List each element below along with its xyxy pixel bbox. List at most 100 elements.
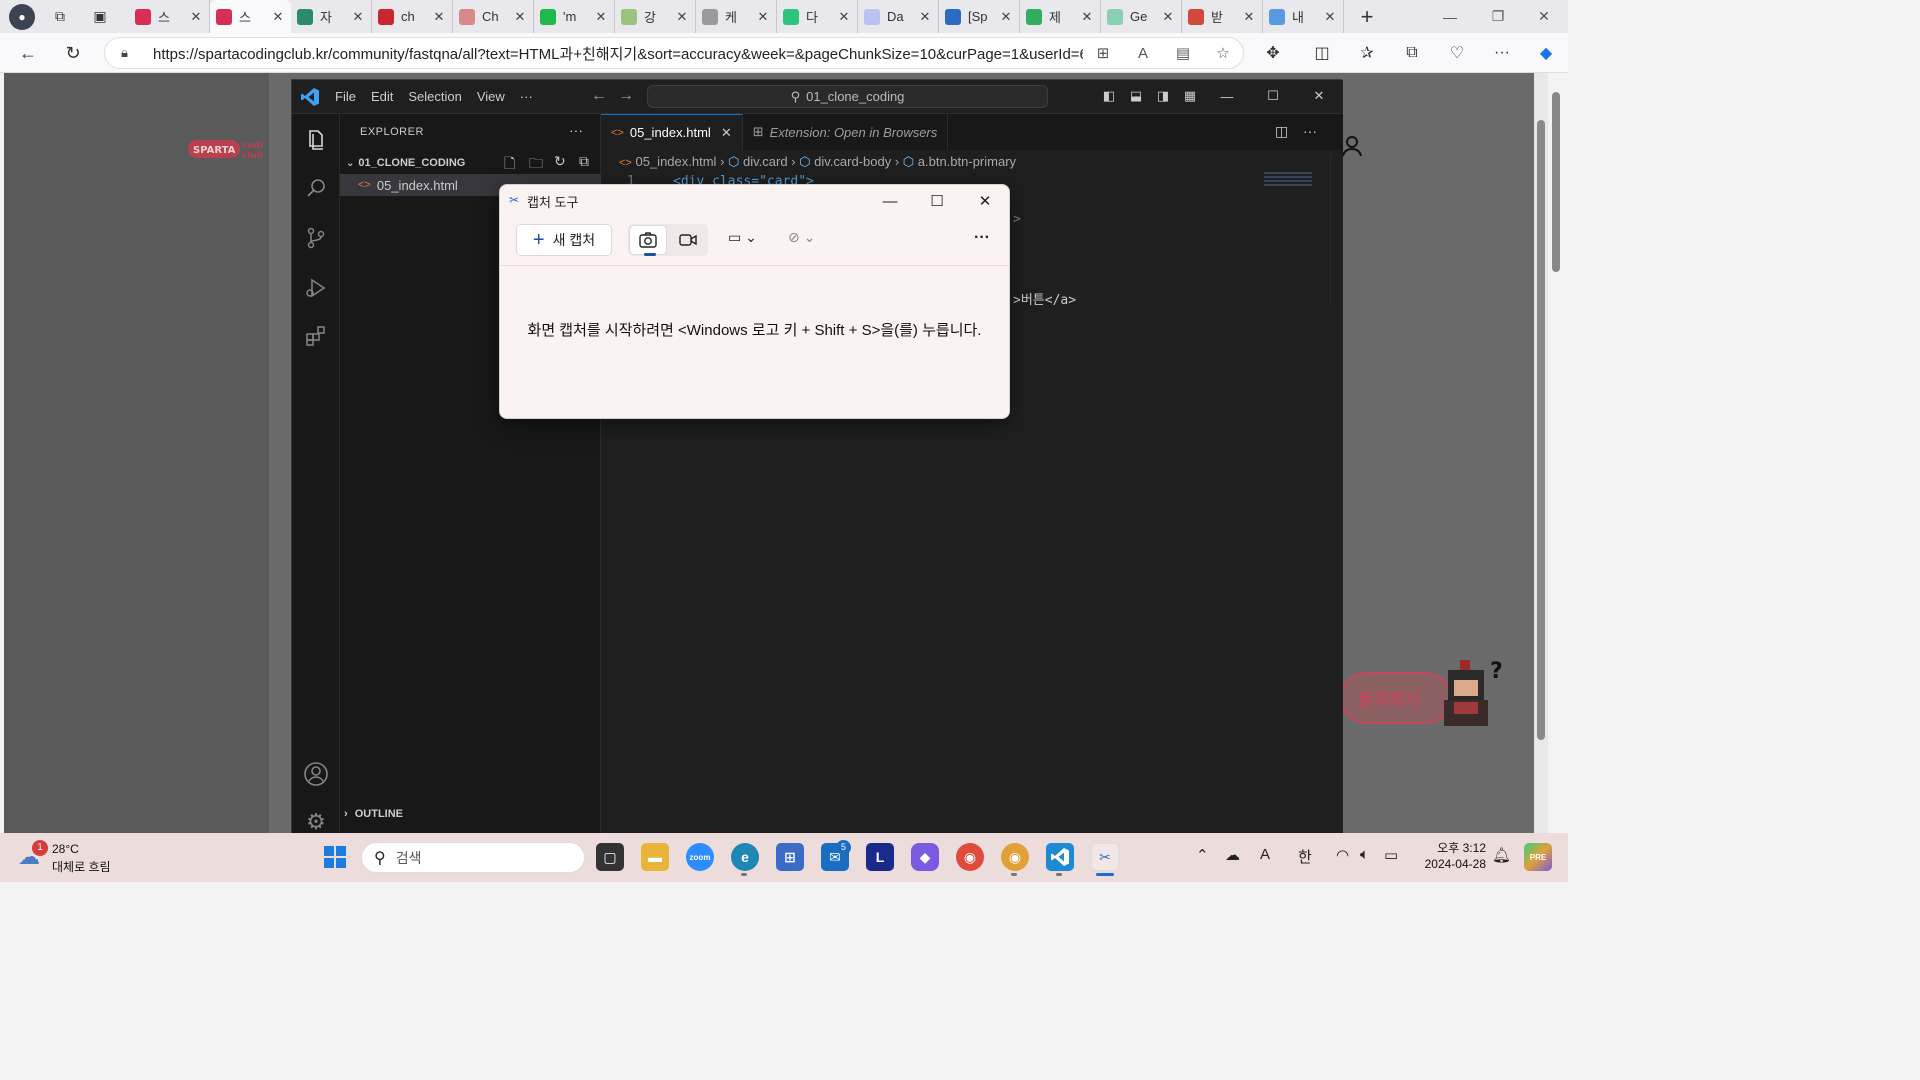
outline-section[interactable]: › OUTLINE (344, 808, 403, 820)
restore-icon[interactable]: ❐ (1474, 0, 1522, 33)
collapse-folders-icon[interactable]: ⧉ (579, 153, 589, 170)
ime-language-label[interactable]: 한 (1298, 846, 1312, 867)
tab-close-icon[interactable]: ✕ (999, 9, 1013, 25)
tab-close-icon[interactable]: ✕ (432, 9, 446, 25)
browser-tab[interactable]: 강 ✕ (615, 0, 696, 33)
code-fragment[interactable]: > (1013, 212, 1021, 227)
browser-tab[interactable]: 제 ✕ (1020, 0, 1101, 33)
nav-back-icon[interactable]: ← (591, 87, 607, 105)
tab-close-icon[interactable]: ✕ (1161, 9, 1175, 25)
explorer-more-icon[interactable]: ··· (569, 122, 583, 138)
toggle-secondary-sidebar-icon[interactable]: ◨ (1152, 85, 1174, 107)
zoom-icon[interactable]: zoom (686, 843, 714, 871)
menu-edit[interactable]: Edit (371, 89, 393, 104)
tab-close-icon[interactable]: ✕ (675, 9, 689, 25)
favorite-star-icon[interactable]: ☆ (1203, 44, 1243, 62)
video-camera-icon[interactable] (669, 225, 707, 255)
explorer-icon[interactable] (302, 126, 330, 154)
battery-icon[interactable]: ▭ (1384, 846, 1398, 864)
manage-gear-icon[interactable]: ⚙ (302, 808, 330, 836)
command-center-search[interactable]: ⚲ 01_clone_coding (647, 85, 1048, 108)
user-icon[interactable] (1340, 134, 1364, 164)
editor-more-icon[interactable]: ··· (1303, 123, 1317, 139)
vscode-maximize-icon[interactable]: ☐ (1262, 85, 1284, 107)
breadcrumb-seg1[interactable]: div.card (743, 154, 788, 169)
back-icon[interactable]: ← (16, 41, 40, 65)
editor-scrollbar[interactable] (1330, 154, 1343, 304)
split-editor-icon[interactable]: ◫ (1275, 123, 1288, 140)
snip-shape-dropdown[interactable]: ▭ ⌄ (728, 229, 757, 246)
browser-tab[interactable]: Ge ✕ (1101, 0, 1182, 33)
workspaces-icon[interactable]: ⧉ (49, 6, 71, 28)
tab-close-icon[interactable]: ✕ (721, 125, 732, 141)
menu-more[interactable]: ··· (520, 89, 533, 104)
browser-tab[interactable]: Ch ✕ (453, 0, 534, 33)
tab-close-icon[interactable]: ✕ (756, 9, 770, 25)
new-capture-button[interactable]: + 새 캡처 (516, 224, 612, 256)
browser-tab[interactable]: 케 ✕ (696, 0, 777, 33)
tab-index-html[interactable]: <> 05_index.html ✕ (601, 114, 743, 150)
toggle-panel-icon[interactable]: ⬓ (1125, 85, 1147, 107)
tab-close-icon[interactable]: ✕ (189, 9, 203, 25)
chrome-profile-icon[interactable]: ◉ (1001, 843, 1029, 871)
extensions-icon[interactable] (302, 322, 330, 350)
snipping-tool-taskbar-icon[interactable]: ✂ (1091, 843, 1119, 871)
browser-tab[interactable]: Da ✕ (858, 0, 939, 33)
extensions-icon[interactable]: ✥ (1260, 40, 1286, 66)
minimap[interactable] (1264, 172, 1312, 186)
tab-close-icon[interactable]: ✕ (271, 9, 285, 25)
browser-tab[interactable]: 내 ✕ (1263, 0, 1344, 33)
close-icon[interactable]: ✕ (1520, 0, 1568, 33)
page-scrollbar-thumb[interactable] (1537, 120, 1545, 740)
source-control-icon[interactable] (302, 224, 330, 252)
wifi-icon[interactable]: ◠ (1336, 846, 1349, 864)
read-aloud-icon[interactable]: A (1123, 45, 1163, 62)
copilot-pre-icon[interactable]: PRE (1524, 843, 1552, 871)
vscode-taskbar-icon[interactable] (1046, 843, 1074, 871)
windows-start-icon[interactable] (323, 845, 347, 869)
snip-minimize-icon[interactable]: — (878, 191, 902, 211)
more-options-icon[interactable]: ··· (974, 229, 990, 247)
search-icon[interactable] (302, 174, 330, 202)
refresh-explorer-icon[interactable]: ↻ (554, 153, 566, 170)
performance-icon[interactable]: ♡ (1444, 40, 1470, 66)
chrome-icon[interactable]: ◉ (956, 843, 984, 871)
browser-tab[interactable]: 다 ✕ (777, 0, 858, 33)
vscode-close-icon[interactable]: ✕ (1308, 85, 1330, 107)
accounts-icon[interactable] (302, 760, 330, 788)
snip-delay-dropdown[interactable]: ⊘ ⌄ (788, 229, 815, 246)
browser-tab[interactable]: 스 ✕ (210, 0, 291, 33)
edge-icon[interactable]: e (731, 843, 759, 871)
url-field[interactable]: 🔒︎ https://spartacodingclub.kr/community… (104, 37, 1244, 69)
notification-bell-icon[interactable]: 🔔︎ (1492, 846, 1511, 864)
snip-maximize-icon[interactable]: ☐ (925, 191, 949, 211)
app-available-icon[interactable]: ⊞ (1083, 44, 1123, 62)
camera-icon[interactable] (629, 225, 667, 256)
tab-close-icon[interactable]: ✕ (351, 9, 365, 25)
line-app-icon[interactable]: L (866, 843, 894, 871)
breadcrumb-file[interactable]: 05_index.html (635, 154, 716, 169)
new-tab-button[interactable]: + (1352, 4, 1382, 30)
tab-close-icon[interactable]: ✕ (837, 9, 851, 25)
tab-close-icon[interactable]: ✕ (594, 9, 608, 25)
copilot-icon[interactable]: ◆ (1533, 40, 1559, 66)
favorites-icon[interactable]: ✰ (1354, 40, 1380, 66)
tab-close-icon[interactable]: ✕ (1242, 9, 1256, 25)
store-icon[interactable]: ⊞ (776, 843, 804, 871)
breadcrumb-seg3[interactable]: a.btn.btn-primary (918, 154, 1016, 169)
inquiry-button[interactable]: 문의하기 (1340, 672, 1452, 724)
sparta-logo[interactable]: SPARTA codi club (188, 134, 268, 162)
toggle-sidebar-icon[interactable]: ◧ (1098, 85, 1120, 107)
browser-tab[interactable]: 'm ✕ (534, 0, 615, 33)
onedrive-icon[interactable]: ☁ (1225, 846, 1240, 864)
browser-tab[interactable]: 받 ✕ (1182, 0, 1263, 33)
browser-tab[interactable]: ch ✕ (372, 0, 453, 33)
nav-forward-icon[interactable]: → (618, 87, 634, 105)
settings-more-icon[interactable]: ··· (1489, 40, 1515, 66)
ime-a-label[interactable]: A (1260, 846, 1270, 863)
menu-file[interactable]: File (335, 89, 356, 104)
refresh-icon[interactable]: ↻ (61, 41, 85, 65)
browser-tab[interactable]: 스 ✕ (129, 0, 210, 33)
task-view-icon[interactable]: ▢ (596, 843, 624, 871)
clock[interactable]: 오후 3:12 2024-04-28 (1412, 840, 1486, 872)
